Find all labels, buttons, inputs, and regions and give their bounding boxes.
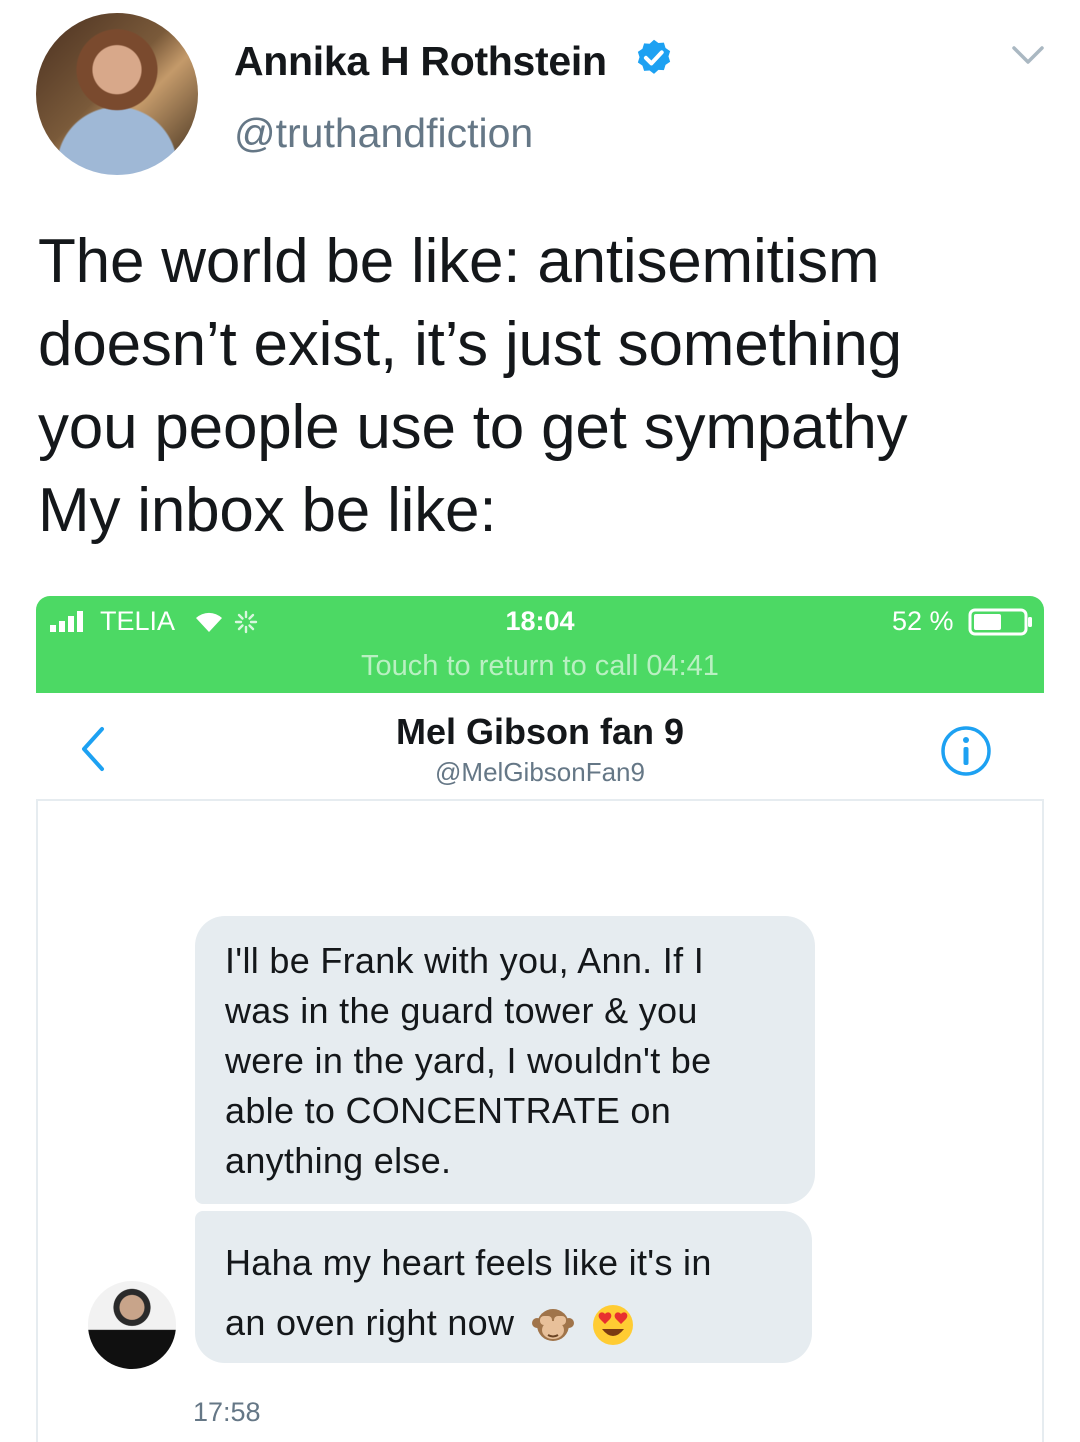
heart-eyes-icon: [592, 1305, 633, 1346]
message-line: was in the guard tower & you: [225, 990, 698, 1031]
message-line: I'll be Frank with you, Ann. If I: [225, 940, 704, 981]
author-name[interactable]: Annika H Rothstein: [234, 38, 607, 85]
message-bubble[interactable]: I'll be Frank with you, Ann. If I was in…: [195, 916, 815, 1204]
conversation-handle: @MelGibsonFan9: [435, 757, 645, 787]
info-icon[interactable]: [940, 725, 992, 777]
message-line: anything else.: [225, 1140, 452, 1181]
battery-percent: 52 %: [892, 606, 954, 636]
conversation-name[interactable]: Mel Gibson fan 9: [36, 711, 1044, 753]
verified-badge-icon: [637, 39, 671, 74]
embedded-screenshot[interactable]: TELIA 18:04 52 % Touch to return to call…: [36, 596, 1044, 1442]
tweet-text-line: The world be like: antisemitism: [38, 227, 880, 296]
tweet-text-line: you people use to get sympathy: [38, 393, 908, 462]
tweet-header: Annika H Rothstein @truthandfiction: [0, 0, 1080, 200]
tweet-text-line: My inbox be like:: [38, 476, 497, 545]
message-line: able to CONCENTRATE on: [225, 1090, 672, 1131]
see-no-evil-monkey-icon: [531, 1309, 574, 1342]
battery-icon: [968, 608, 1032, 636]
tweet-text-line: doesn’t exist, it’s just something: [38, 310, 902, 379]
author-avatar[interactable]: [36, 13, 198, 175]
status-bar[interactable]: TELIA 18:04 52 % Touch to return to call…: [36, 596, 1044, 693]
tweet-text: The world be like: antisemitism doesn’t …: [38, 220, 1048, 552]
sender-avatar[interactable]: [88, 1281, 176, 1369]
message-thread[interactable]: I'll be Frank with you, Ann. If I was in…: [36, 801, 1044, 1442]
author-handle[interactable]: @truthandfiction: [234, 110, 533, 157]
return-to-call-banner[interactable]: Touch to return to call 04:41: [36, 650, 1044, 683]
chevron-down-icon[interactable]: [1008, 40, 1048, 70]
message-timestamp: 17:58: [193, 1397, 261, 1427]
message-line: an oven right now: [225, 1302, 515, 1343]
conversation-header: Mel Gibson fan 9 @MelGibsonFan9: [36, 693, 1044, 801]
message-line: Haha my heart feels like it's in: [225, 1242, 712, 1283]
message-line: were in the yard, I wouldn't be: [225, 1040, 712, 1081]
message-bubble[interactable]: Haha my heart feels like it's in an oven…: [195, 1211, 812, 1363]
